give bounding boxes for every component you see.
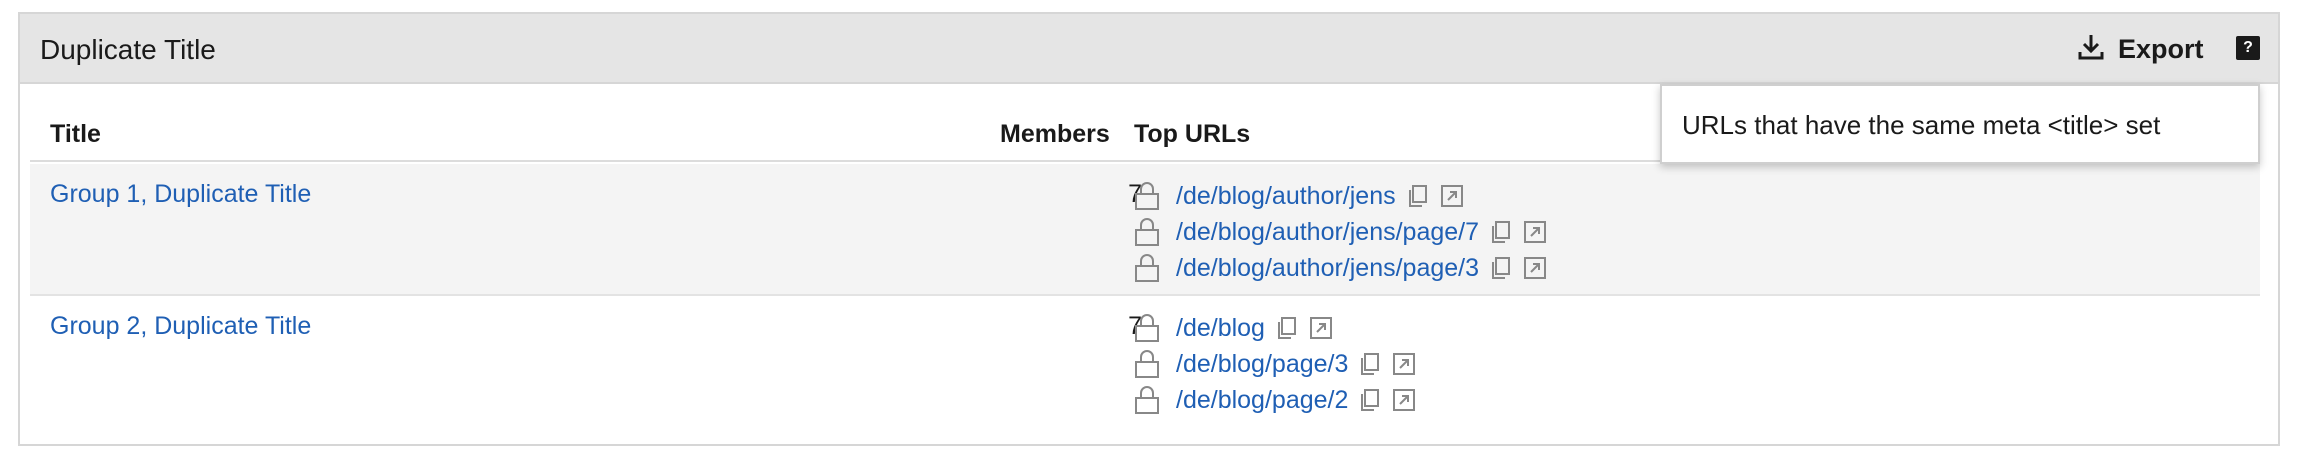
url-item: /de/blog/author/jens bbox=[1134, 178, 1547, 214]
column-header-members[interactable]: Members bbox=[1000, 120, 1110, 149]
url-item: /de/blog bbox=[1134, 310, 1416, 346]
column-header-title[interactable]: Title bbox=[50, 120, 101, 149]
export-label: Export bbox=[2118, 33, 2204, 64]
copy-icon[interactable] bbox=[1275, 316, 1299, 340]
help-icon[interactable]: ? bbox=[2236, 36, 2260, 60]
lock-icon bbox=[1134, 217, 1160, 247]
export-button[interactable]: Export bbox=[2078, 32, 2204, 66]
url-item: /de/blog/author/jens/page/3 bbox=[1134, 250, 1547, 286]
copy-icon[interactable] bbox=[1358, 388, 1382, 412]
table-row: Group 2, Duplicate Title 7 /de/blog /de/… bbox=[30, 296, 2260, 426]
url-list: /de/blog /de/blog/page/3 /de/blog/page/2 bbox=[1134, 310, 1416, 418]
help-tooltip: URLs that have the same meta <title> set bbox=[1660, 84, 2260, 164]
lock-icon bbox=[1134, 181, 1160, 211]
url-link[interactable]: /de/blog/author/jens/page/7 bbox=[1176, 218, 1479, 247]
url-item: /de/blog/page/3 bbox=[1134, 346, 1416, 382]
external-link-icon[interactable] bbox=[1392, 388, 1416, 412]
url-list: /de/blog/author/jens /de/blog/author/jen… bbox=[1134, 178, 1547, 286]
external-link-icon[interactable] bbox=[1392, 352, 1416, 376]
lock-icon bbox=[1134, 349, 1160, 379]
external-link-icon[interactable] bbox=[1523, 256, 1547, 280]
lock-icon bbox=[1134, 385, 1160, 415]
column-header-top-urls: Top URLs bbox=[1134, 120, 1251, 148]
download-icon bbox=[2078, 33, 2104, 66]
copy-icon[interactable] bbox=[1489, 220, 1513, 244]
url-link[interactable]: /de/blog/author/jens/page/3 bbox=[1176, 254, 1479, 283]
url-item: /de/blog/page/2 bbox=[1134, 382, 1416, 418]
tooltip-text: URLs that have the same meta <title> set bbox=[1682, 110, 2161, 140]
copy-icon[interactable] bbox=[1406, 184, 1430, 208]
group-link[interactable]: Group 1, Duplicate Title bbox=[50, 180, 311, 209]
lock-icon bbox=[1134, 253, 1160, 283]
url-link[interactable]: /de/blog/page/3 bbox=[1176, 350, 1348, 379]
url-item: /de/blog/author/jens/page/7 bbox=[1134, 214, 1547, 250]
group-link[interactable]: Group 2, Duplicate Title bbox=[50, 312, 311, 341]
lock-icon bbox=[1134, 313, 1160, 343]
panel-title: Duplicate Title bbox=[40, 34, 216, 65]
panel-header: Duplicate Title Export ? bbox=[20, 14, 2278, 84]
url-link[interactable]: /de/blog/author/jens bbox=[1176, 182, 1396, 211]
external-link-icon[interactable] bbox=[1309, 316, 1333, 340]
url-link[interactable]: /de/blog/page/2 bbox=[1176, 386, 1348, 415]
copy-icon[interactable] bbox=[1358, 352, 1382, 376]
copy-icon[interactable] bbox=[1489, 256, 1513, 280]
url-link[interactable]: /de/blog bbox=[1176, 314, 1265, 343]
table-row: Group 1, Duplicate Title 7 /de/blog/auth… bbox=[30, 164, 2260, 296]
external-link-icon[interactable] bbox=[1523, 220, 1547, 244]
external-link-icon[interactable] bbox=[1440, 184, 1464, 208]
